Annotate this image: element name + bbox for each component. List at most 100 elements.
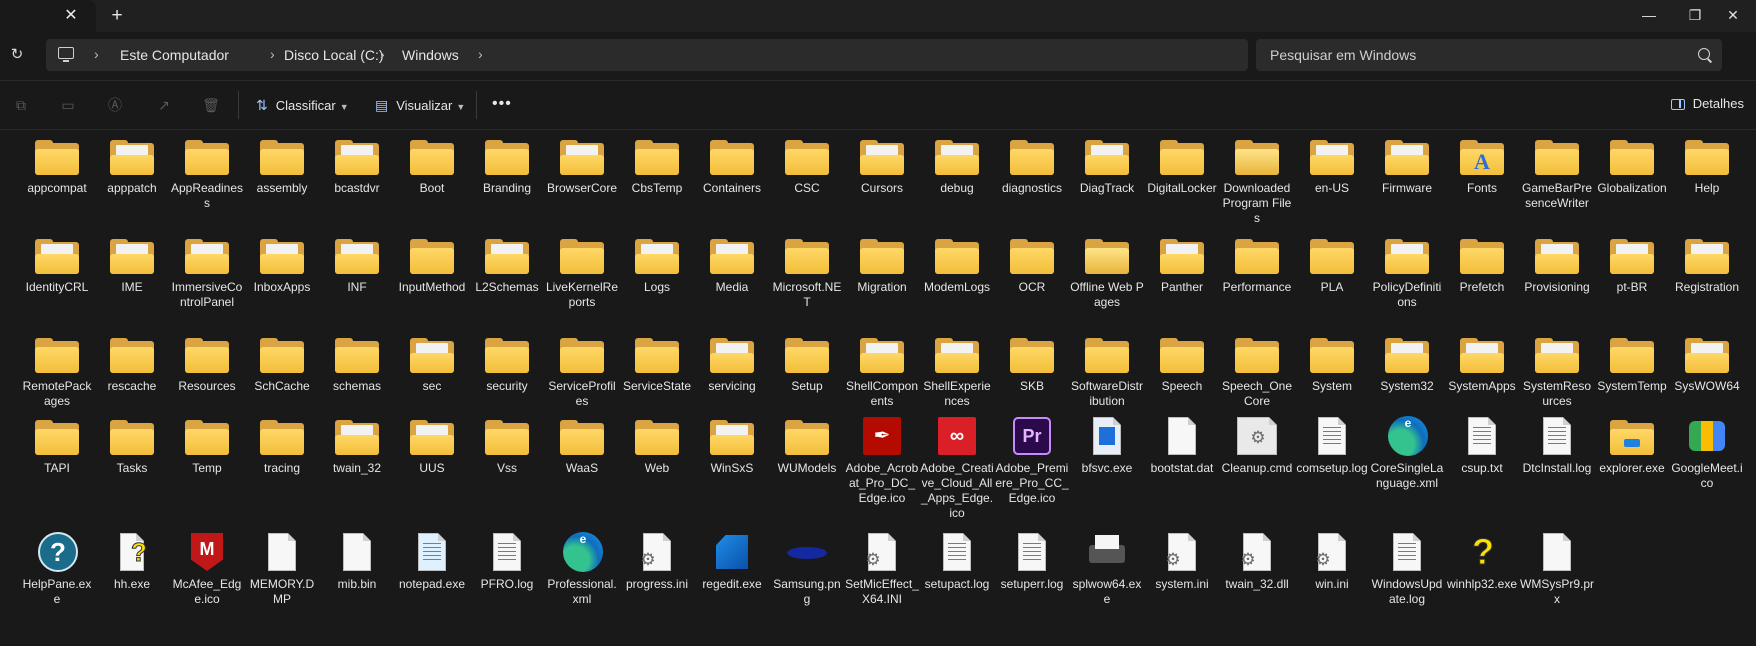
search-input[interactable]: Pesquisar em Windows (1256, 39, 1722, 71)
folder-item[interactable]: CbsTemp (620, 135, 694, 196)
folder-item[interactable]: Temp (170, 415, 244, 476)
chevron-right-icon[interactable]: › (94, 46, 99, 62)
folder-item[interactable]: Prefetch (1445, 234, 1519, 295)
folder-item[interactable]: Microsoft.NET (770, 234, 844, 310)
folder-item[interactable]: ServiceProfiles (545, 333, 619, 409)
search-icon[interactable] (1698, 48, 1710, 60)
folder-item[interactable]: rescache (95, 333, 169, 394)
folder-item[interactable]: INF (320, 234, 394, 295)
file-item[interactable]: ? HelpPane.exe (20, 531, 94, 607)
file-item[interactable]: explorer.exe (1595, 415, 1669, 476)
more-options-button[interactable]: ••• (492, 95, 512, 113)
folder-item[interactable]: Logs (620, 234, 694, 295)
computer-icon[interactable] (58, 47, 74, 62)
details-button[interactable]: Detalhes (1670, 96, 1744, 111)
folder-item[interactable]: TAPI (20, 415, 94, 476)
new-tab-button[interactable]: + (107, 6, 127, 26)
file-item[interactable]: ⚙ progress.ini (620, 531, 694, 592)
folder-item[interactable]: Branding (470, 135, 544, 196)
folder-item[interactable]: Web (620, 415, 694, 476)
folder-item[interactable]: SoftwareDistribution (1070, 333, 1144, 409)
folder-item[interactable]: Containers (695, 135, 769, 196)
file-item[interactable]: M McAfee_Edge.ico (170, 531, 244, 607)
folder-item[interactable]: Speech_OneCore (1220, 333, 1294, 409)
file-item[interactable]: WindowsUpdate.log (1370, 531, 1444, 607)
folder-item[interactable]: security (470, 333, 544, 394)
folder-item[interactable]: diagnostics (995, 135, 1069, 196)
file-item[interactable]: ∞ Adobe_Creative_Cloud_All_Apps_Edge.ico (920, 415, 994, 521)
folder-item[interactable]: Media (695, 234, 769, 295)
folder-item[interactable]: ShellComponents (845, 333, 919, 409)
folder-item[interactable]: Panther (1145, 234, 1219, 295)
folder-item[interactable]: en-US (1295, 135, 1369, 196)
folder-item[interactable]: PLA (1295, 234, 1369, 295)
file-item[interactable]: bfsvc.exe (1070, 415, 1144, 476)
folder-item[interactable]: Tasks (95, 415, 169, 476)
folder-item[interactable]: InputMethod (395, 234, 469, 295)
file-item[interactable]: ⚙ twain_32.dll (1220, 531, 1294, 592)
folder-item[interactable]: System32 (1370, 333, 1444, 394)
file-item[interactable]: Samsung.png (770, 531, 844, 607)
folder-item[interactable]: UUS (395, 415, 469, 476)
folder-item[interactable]: BrowserCore (545, 135, 619, 196)
file-item[interactable]: setuperr.log (995, 531, 1069, 592)
folder-item[interactable]: RemotePackages (20, 333, 94, 409)
explorer-tab[interactable]: ✕ (0, 0, 96, 32)
file-item[interactable]: splwow64.exe (1070, 531, 1144, 607)
refresh-icon[interactable]: ↻ (7, 45, 27, 65)
folder-item[interactable]: Firmware (1370, 135, 1444, 196)
folder-item[interactable]: L2Schemas (470, 234, 544, 295)
folder-item[interactable]: SystemApps (1445, 333, 1519, 394)
folder-item[interactable]: apppatch (95, 135, 169, 196)
folder-item[interactable]: schemas (320, 333, 394, 394)
folder-item[interactable]: Help (1670, 135, 1744, 196)
view-button[interactable]: ▤ Visualizar ▼ (375, 94, 465, 116)
folder-item[interactable]: Downloaded Program Files (1220, 135, 1294, 226)
folder-item[interactable]: IME (95, 234, 169, 295)
folder-item[interactable]: IdentityCRL (20, 234, 94, 295)
close-tab-icon[interactable]: ✕ (61, 7, 81, 25)
close-window-button[interactable]: ✕ (1710, 0, 1756, 30)
folder-item[interactable]: Migration (845, 234, 919, 295)
folder-item[interactable]: SKB (995, 333, 1069, 394)
file-item[interactable]: ? hh.exe (95, 531, 169, 592)
file-item[interactable]: MEMORY.DMP (245, 531, 319, 607)
sort-button[interactable]: ⇅ Classificar ▼ (256, 94, 349, 116)
folder-item[interactable]: SystemResources (1520, 333, 1594, 409)
folder-item[interactable]: PolicyDefinitions (1370, 234, 1444, 310)
folder-item[interactable]: WaaS (545, 415, 619, 476)
folder-item[interactable]: sec (395, 333, 469, 394)
folder-item[interactable]: debug (920, 135, 994, 196)
folder-item[interactable]: tracing (245, 415, 319, 476)
file-item[interactable]: e CoreSingleLanguage.xml (1370, 415, 1444, 491)
minimize-button[interactable]: — (1626, 0, 1672, 30)
file-item[interactable]: regedit.exe (695, 531, 769, 592)
folder-item[interactable]: SchCache (245, 333, 319, 394)
folder-item[interactable]: Registration (1670, 234, 1744, 295)
file-item[interactable]: ? winhlp32.exe (1445, 531, 1519, 592)
folder-item[interactable]: Cursors (845, 135, 919, 196)
folder-item[interactable]: Setup (770, 333, 844, 394)
file-item[interactable]: e Professional.xml (545, 531, 619, 607)
breadcrumb-local-disk[interactable]: Disco Local (C:) (284, 47, 384, 63)
folder-item[interactable]: LiveKernelReports (545, 234, 619, 310)
file-item[interactable]: ⚙ system.ini (1145, 531, 1219, 592)
folder-item[interactable]: Performance (1220, 234, 1294, 295)
file-item[interactable]: GoogleMeet.ico (1670, 415, 1744, 491)
folder-item[interactable]: Offline Web Pages (1070, 234, 1144, 310)
folder-item[interactable]: twain_32 (320, 415, 394, 476)
file-item[interactable]: notepad.exe (395, 531, 469, 592)
folder-item[interactable]: Provisioning (1520, 234, 1594, 295)
folder-item[interactable]: ModemLogs (920, 234, 994, 295)
breadcrumb-this-pc[interactable]: Este Computador (120, 47, 229, 63)
folder-item[interactable]: AppReadiness (170, 135, 244, 211)
folder-item[interactable]: System (1295, 333, 1369, 394)
chevron-right-icon[interactable]: › (270, 46, 275, 62)
folder-item[interactable]: bcastdvr (320, 135, 394, 196)
folder-item[interactable]: Vss (470, 415, 544, 476)
folder-item[interactable]: SysWOW64 (1670, 333, 1744, 394)
file-item[interactable]: mib.bin (320, 531, 394, 592)
file-item[interactable]: WMSysPr9.prx (1520, 531, 1594, 607)
folder-item[interactable]: SystemTemp (1595, 333, 1669, 394)
folder-item[interactable]: WUModels (770, 415, 844, 476)
